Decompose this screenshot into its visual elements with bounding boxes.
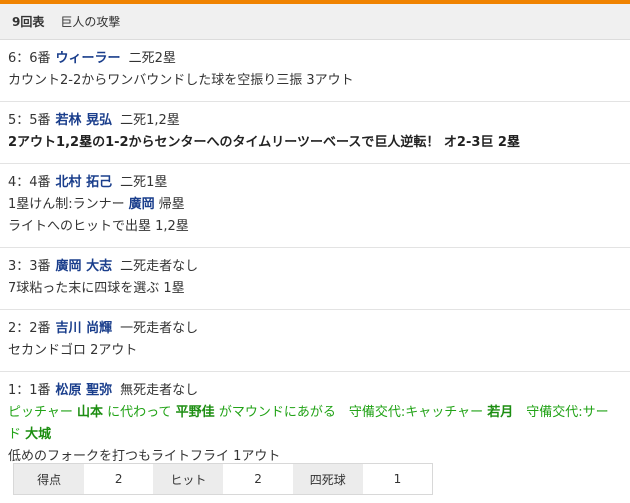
base-situation: 二死1,2塁	[120, 113, 180, 128]
sub-player: 平野佳	[175, 405, 215, 420]
sub-player: 大城	[25, 427, 52, 442]
play-item: 5：5番 若林 晃弘 二死1,2塁 2アウト1,2塁の1-2からセンターへのタイムリ…	[0, 102, 630, 164]
play-item: 1：1番 松原 聖弥 無死走者なし ピッチャー 山本 に代わって 平野佳 がマウンド…	[0, 372, 630, 477]
sub-player: 若月	[487, 405, 514, 420]
substitution-note: ピッチャー 山本 に代わって 平野佳 がマウンドにあがる 守備交代:キャッチャー…	[8, 402, 620, 446]
sub-text: に代わって	[107, 405, 172, 420]
base-situation: 二死2塁	[128, 51, 176, 66]
pickoff-result: 帰塁	[158, 197, 185, 212]
batter-link[interactable]: 松原 聖弥	[56, 383, 113, 398]
batting-order: 2：2番	[8, 321, 51, 336]
play-description: ライトへのヒットで出塁 1,2塁	[8, 219, 189, 234]
inning-stats-table: 得点 2 ヒット 2 四死球 1	[13, 463, 433, 495]
walks-label: 四死球	[292, 464, 363, 494]
base-situation: 二死走者なし	[120, 259, 199, 274]
batting-order: 5：5番	[8, 113, 51, 128]
sub-player: 山本	[77, 405, 104, 420]
batter-link[interactable]: 若林 晃弘	[56, 113, 113, 128]
play-description-highlight: 2アウト1,2塁の1-2からセンターへのタイムリーツーベースで巨人逆転！ オ2-…	[8, 135, 520, 150]
walks-value: 1	[362, 464, 432, 494]
pickoff-line: 1塁けん制:ランナー 廣岡 帰塁	[8, 194, 620, 216]
play-list: 6：6番 ウィーラー 二死2塁 カウント2-2からワンバウンドした球を空振り三振 3…	[0, 40, 630, 477]
sub-text: ピッチャー	[8, 405, 73, 420]
batting-order: 6：6番	[8, 51, 51, 66]
batter-link[interactable]: 吉川 尚輝	[56, 321, 113, 336]
inning-header: 9回表 巨人の攻撃	[0, 4, 630, 40]
inning-label: 9回表	[12, 15, 45, 29]
play-item: 4：4番 北村 拓己 二死1塁 1塁けん制:ランナー 廣岡 帰塁 ライトへのヒットで出塁…	[0, 164, 630, 248]
hits-value: 2	[223, 464, 293, 494]
base-situation: 無死走者なし	[120, 383, 199, 398]
pickoff-text: 1塁けん制:ランナー	[8, 197, 125, 212]
runs-label: 得点	[14, 464, 85, 494]
runner-link[interactable]: 廣岡	[129, 197, 155, 212]
batting-order: 4：4番	[8, 175, 51, 190]
batter-link[interactable]: 廣岡 大志	[56, 259, 113, 274]
base-situation: 二死1塁	[120, 175, 168, 190]
runs-value: 2	[84, 464, 154, 494]
play-description: 7球粘った末に四球を選ぶ 1塁	[8, 281, 185, 296]
play-description: セカンドゴロ 2アウト	[8, 343, 138, 358]
base-situation: 一死走者なし	[120, 321, 199, 336]
batting-order: 1：1番	[8, 383, 51, 398]
inning-title: 巨人の攻撃	[60, 15, 121, 29]
sub-text: がマウンドにあがる 守備交代:キャッチャー	[218, 405, 484, 420]
play-item: 6：6番 ウィーラー 二死2塁 カウント2-2からワンバウンドした球を空振り三振 3…	[0, 40, 630, 102]
play-description: カウント2-2からワンバウンドした球を空振り三振 3アウト	[8, 73, 354, 88]
play-item: 3：3番 廣岡 大志 二死走者なし 7球粘った末に四球を選ぶ 1塁	[0, 248, 630, 310]
batting-order: 3：3番	[8, 259, 51, 274]
batter-link[interactable]: ウィーラー	[56, 51, 121, 66]
play-item: 2：2番 吉川 尚輝 一死走者なし セカンドゴロ 2アウト	[0, 310, 630, 372]
batter-link[interactable]: 北村 拓己	[56, 175, 113, 190]
hits-label: ヒット	[153, 464, 224, 494]
